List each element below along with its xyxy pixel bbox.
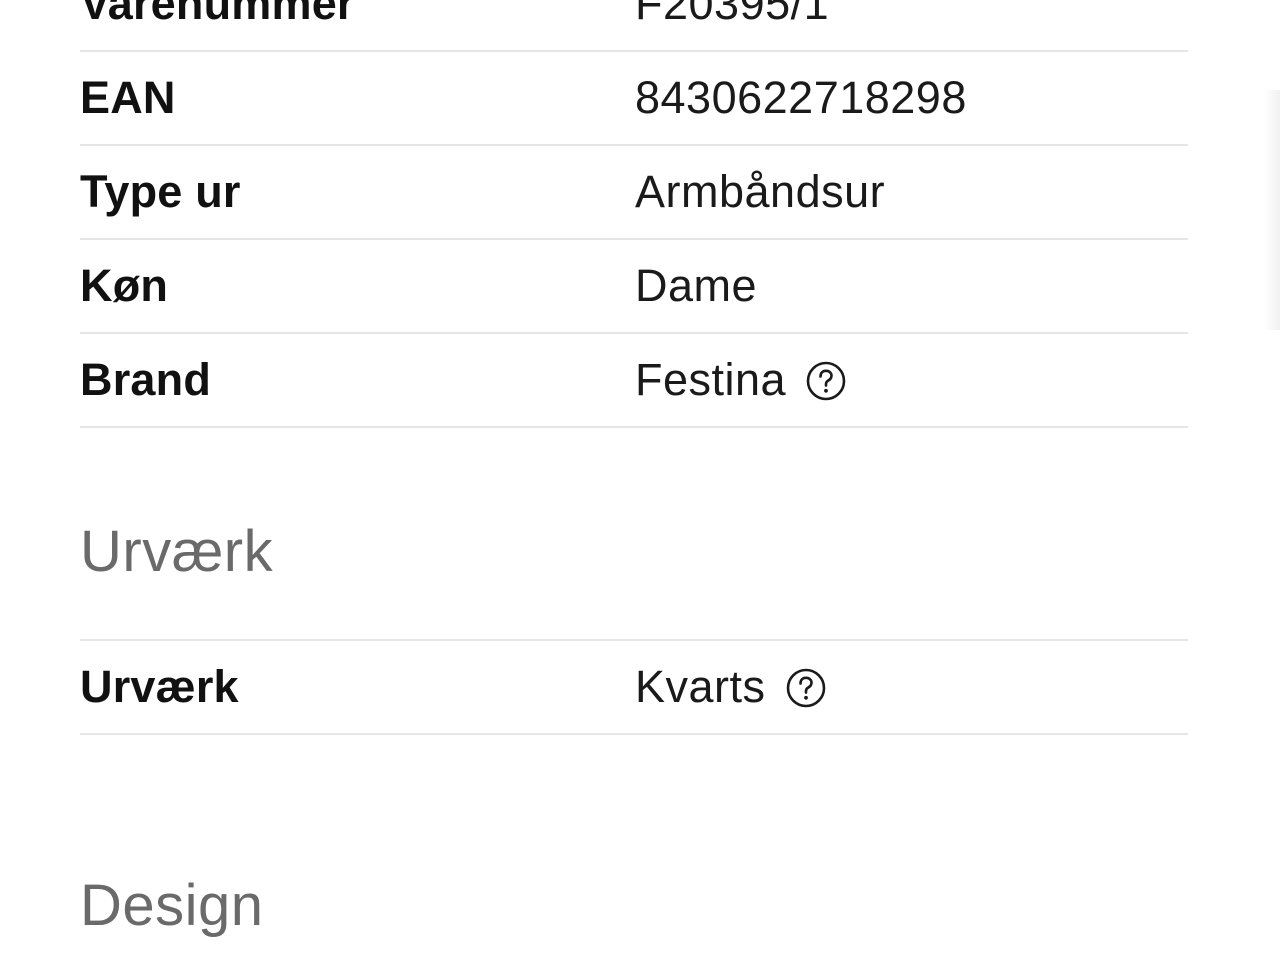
- spec-value-text: Dame: [635, 260, 758, 311]
- spec-value-text: Festina: [635, 354, 787, 405]
- spec-value: Armbåndsur: [635, 166, 885, 218]
- question-circle-icon[interactable]: [806, 360, 846, 401]
- spec-label: Varenummer: [80, 0, 355, 29]
- spec-value: 8430622718298: [635, 72, 967, 124]
- product-specs-page: Varenummer F20395/1 EAN 8430622718298 Ty…: [0, 0, 1280, 960]
- section-title: Design: [80, 872, 264, 938]
- spec-row-brand: Brand Festina: [80, 334, 1188, 428]
- spec-value-text: F20395/1: [635, 0, 830, 29]
- question-circle-icon[interactable]: [786, 667, 826, 708]
- spec-value: Kvarts: [635, 661, 826, 713]
- spec-row-kon: Køn Dame: [80, 240, 1188, 334]
- section-title: Urværk: [80, 518, 274, 584]
- spec-value: Dame: [635, 260, 757, 312]
- spec-row-urvaerk: Urværk Kvarts: [80, 641, 1188, 735]
- spec-value: F20395/1: [635, 0, 829, 30]
- spec-value-text: Armbåndsur: [635, 166, 886, 217]
- spec-value-text: Kvarts: [635, 661, 766, 712]
- specs-content: Varenummer F20395/1 EAN 8430622718298 Ty…: [80, 0, 1188, 960]
- spec-label: Køn: [80, 260, 169, 311]
- spec-value-text: 8430622718298: [635, 72, 967, 123]
- section-header-design: Design: [80, 845, 1188, 960]
- spec-label: Type ur: [80, 166, 241, 217]
- spec-label: EAN: [80, 72, 176, 123]
- spec-value: Festina: [635, 354, 846, 406]
- section-header-urvaerk: Urværk: [80, 428, 1188, 641]
- spec-row-varenummer: Varenummer F20395/1: [80, 0, 1188, 52]
- spec-row-type-ur: Type ur Armbåndsur: [80, 146, 1188, 240]
- spec-row-ean: EAN 8430622718298: [80, 52, 1188, 146]
- edge-shadow: [1264, 90, 1280, 330]
- spec-label: Brand: [80, 354, 212, 405]
- spec-label: Urværk: [80, 661, 239, 712]
